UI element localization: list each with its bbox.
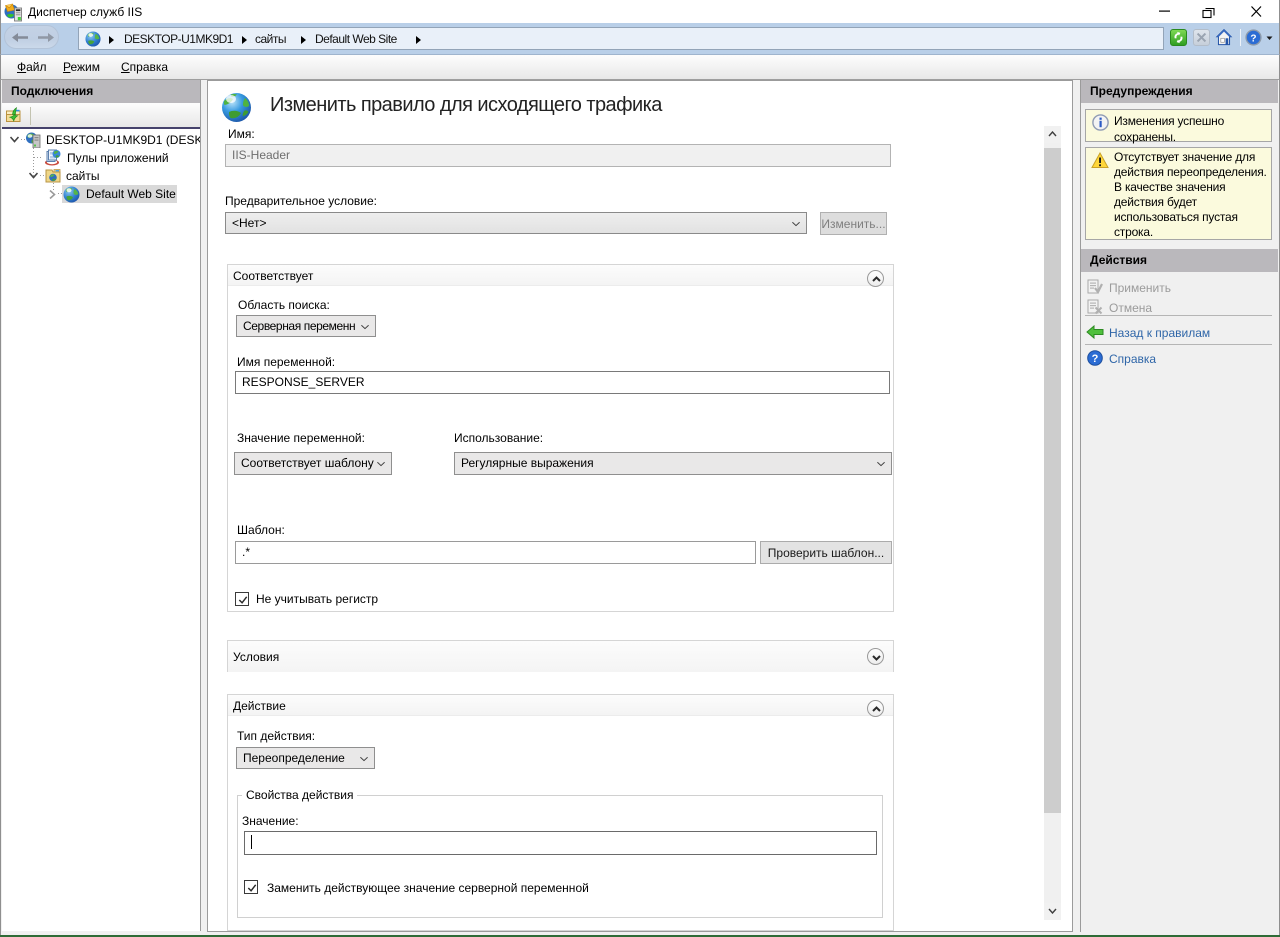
svg-text:?: ? bbox=[1092, 353, 1099, 365]
svg-text:?: ? bbox=[1250, 33, 1256, 44]
